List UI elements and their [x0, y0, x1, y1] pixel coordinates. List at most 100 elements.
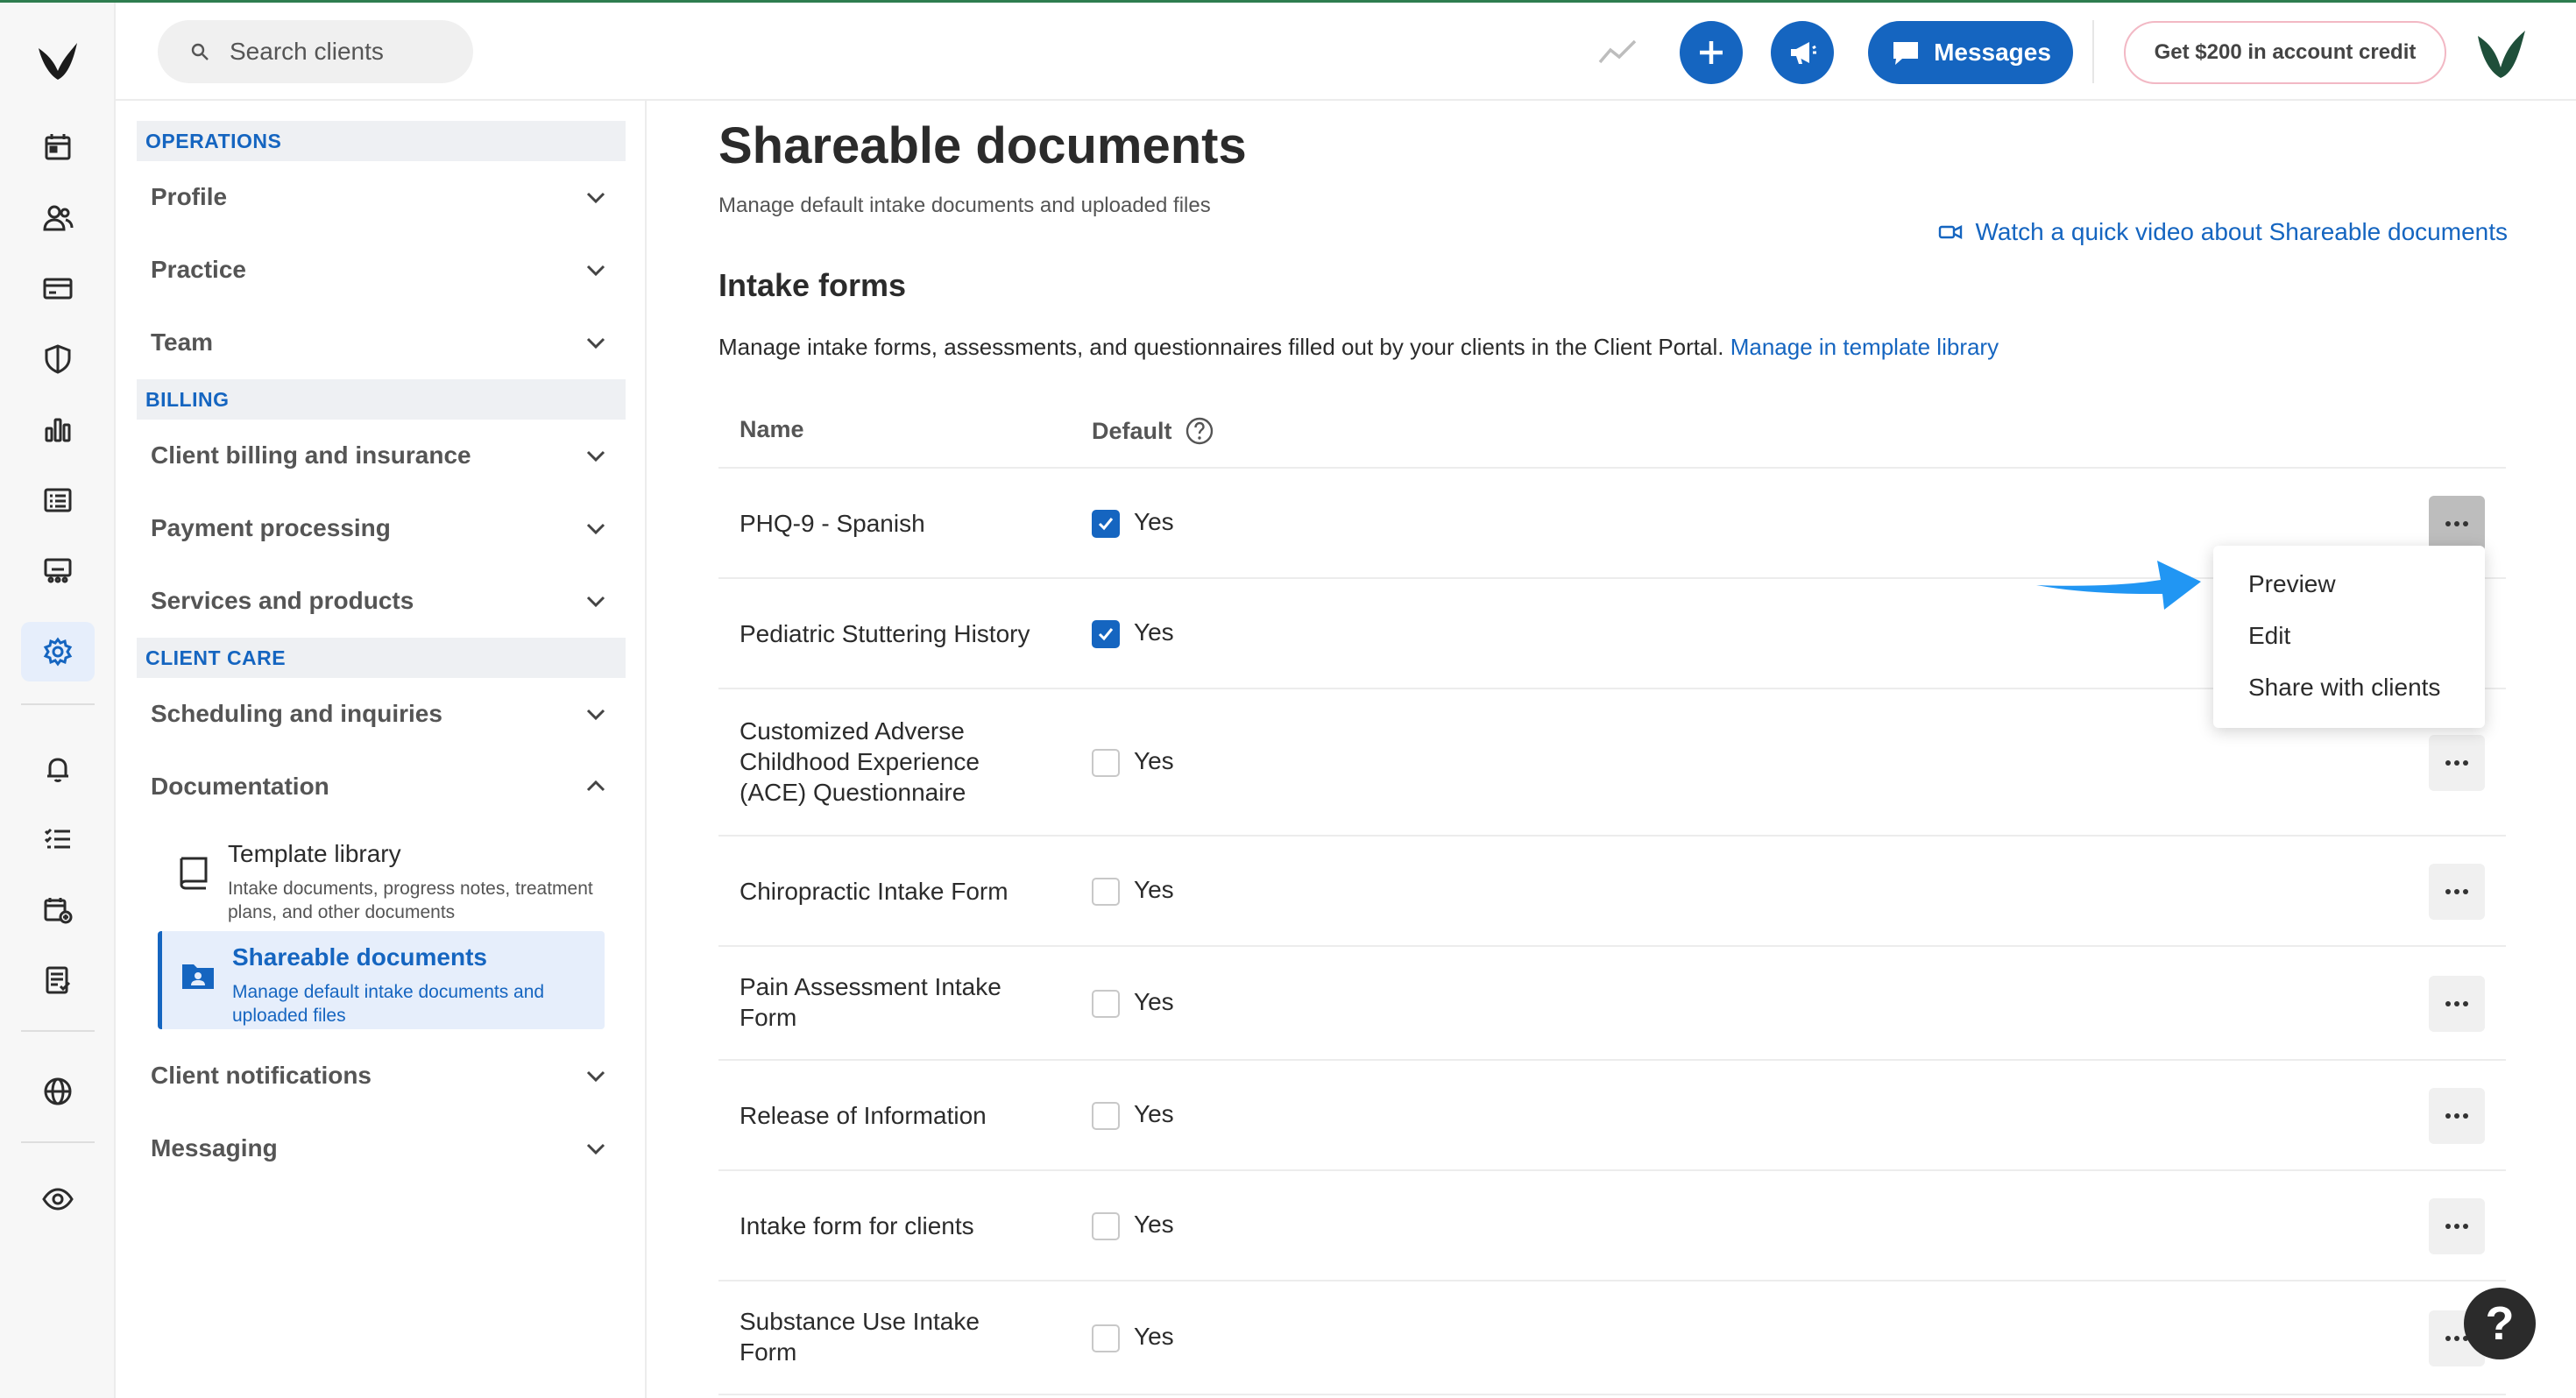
sub-item-desc: Intake documents, progress notes, treatm… — [228, 879, 593, 922]
chevron-down-icon — [586, 265, 605, 277]
checkmark-icon — [1098, 628, 1114, 641]
search-input[interactable] — [230, 38, 457, 66]
more-horizontal-icon — [2445, 1336, 2468, 1341]
notifications-bell-icon[interactable] — [21, 739, 95, 799]
row-name: Chiropractic Intake Form — [740, 878, 1008, 905]
rail-separator — [21, 703, 95, 705]
nav-item-profile[interactable]: Profile — [137, 161, 626, 233]
default-checkbox[interactable] — [1092, 1324, 1120, 1352]
calendar-icon[interactable] — [21, 117, 95, 177]
trending-chart-icon[interactable] — [1596, 36, 1638, 67]
marketplace-icon[interactable] — [21, 540, 95, 600]
sub-item-title: Template library — [228, 840, 401, 867]
search-box[interactable] — [158, 20, 473, 83]
topbar-divider — [2092, 20, 2094, 83]
main-content: Shareable documents Manage default intak… — [647, 101, 2576, 1398]
documentation-icon[interactable] — [21, 950, 95, 1010]
nav-item-payment-processing[interactable]: Payment processing — [137, 492, 626, 564]
row-name: PHQ-9 - Spanish — [740, 510, 925, 537]
default-checkbox[interactable] — [1092, 620, 1120, 648]
analytics-icon[interactable] — [21, 399, 95, 459]
section-description-text: Manage intake forms, assessments, and qu… — [718, 334, 1724, 360]
nav-item-label: Practice — [151, 256, 246, 283]
tasks-icon[interactable] — [21, 809, 95, 869]
chevron-down-icon — [586, 450, 605, 462]
brand-logo-icon[interactable] — [33, 36, 82, 85]
megaphone-icon — [1791, 42, 1816, 64]
chevron-down-icon — [586, 596, 605, 608]
nav-item-label: Payment processing — [151, 514, 391, 541]
insurance-shield-icon[interactable] — [21, 329, 95, 389]
settings-gear-icon[interactable] — [21, 622, 95, 681]
page-title: Shareable documents — [718, 117, 1247, 174]
nav-item-scheduling[interactable]: Scheduling and inquiries — [137, 678, 626, 750]
reports-icon[interactable] — [21, 470, 95, 530]
default-checkbox[interactable] — [1092, 1212, 1120, 1240]
default-label: Yes — [1134, 508, 1174, 535]
column-header-default: Default — [1092, 416, 1214, 446]
default-label: Yes — [1134, 1323, 1174, 1350]
default-checkbox[interactable] — [1092, 878, 1120, 906]
plus-icon — [1700, 41, 1723, 64]
account-credit-button[interactable]: Get $200 in account credit — [2124, 21, 2446, 84]
nav-item-services-products[interactable]: Services and products — [137, 565, 626, 637]
watch-video-link[interactable]: Watch a quick video about Shareable docu… — [1938, 218, 2508, 246]
chevron-down-icon — [586, 523, 605, 535]
messages-button[interactable]: Messages — [1868, 21, 2073, 84]
nav-item-documentation[interactable]: Documentation — [137, 751, 626, 823]
help-circle-icon[interactable] — [1185, 416, 1214, 446]
default-label: Yes — [1134, 618, 1174, 646]
sub-item-shareable-documents[interactable]: Shareable documents Manage default intak… — [158, 931, 605, 1029]
nav-item-label: Team — [151, 328, 214, 356]
manage-template-library-link[interactable]: Manage in template library — [1730, 334, 1999, 360]
globe-icon[interactable] — [21, 1062, 95, 1121]
checkmark-icon — [1098, 518, 1114, 531]
row-actions-button[interactable] — [2429, 864, 2485, 920]
page-subtitle: Manage default intake documents and uplo… — [718, 194, 1211, 217]
clients-icon[interactable] — [21, 188, 95, 248]
rail-separator — [21, 1141, 95, 1143]
nav-item-label: Documentation — [151, 773, 329, 800]
table-row: Pain Assessment Intake Form Yes — [718, 947, 2506, 1061]
annotation-arrow — [2036, 561, 2201, 610]
default-checkbox[interactable] — [1092, 749, 1120, 777]
user-avatar-icon[interactable] — [2473, 24, 2530, 81]
sub-item-template-library[interactable]: Template library Intake documents, progr… — [158, 828, 605, 926]
calendar-add-icon[interactable] — [21, 880, 95, 940]
chevron-down-icon — [586, 192, 605, 204]
chevron-down-icon — [586, 709, 605, 721]
privacy-eye-icon[interactable] — [21, 1169, 95, 1229]
menu-item-edit[interactable]: Edit — [2213, 610, 2485, 661]
section-header-billing: BILLING — [137, 379, 626, 420]
nav-item-messaging[interactable]: Messaging — [137, 1112, 626, 1184]
nav-item-label: Profile — [151, 183, 228, 210]
nav-item-client-billing[interactable]: Client billing and insurance — [137, 420, 626, 491]
add-new-button[interactable] — [1680, 21, 1743, 84]
nav-item-team[interactable]: Team — [137, 307, 626, 378]
row-actions-button[interactable] — [2429, 976, 2485, 1032]
search-icon — [191, 43, 209, 60]
row-name: Intake form for clients — [740, 1212, 974, 1239]
row-actions-button[interactable] — [2429, 735, 2485, 791]
section-header-client-care: CLIENT CARE — [137, 638, 626, 678]
default-checkbox[interactable] — [1092, 510, 1120, 538]
row-actions-button[interactable] — [2429, 496, 2485, 552]
help-button[interactable]: ? — [2464, 1288, 2536, 1359]
book-icon — [180, 857, 208, 890]
announcements-button[interactable] — [1771, 21, 1834, 84]
menu-item-share-with-clients[interactable]: Share with clients — [2213, 661, 2485, 713]
default-checkbox[interactable] — [1092, 990, 1120, 1018]
nav-item-client-notifications[interactable]: Client notifications — [137, 1040, 626, 1112]
default-checkbox[interactable] — [1092, 1102, 1120, 1130]
row-actions-button[interactable] — [2429, 1088, 2485, 1144]
row-actions-button[interactable] — [2429, 1198, 2485, 1254]
message-bubble-icon — [1893, 42, 1919, 65]
billing-icon[interactable] — [21, 258, 95, 318]
row-actions-menu: Preview Edit Share with clients — [2213, 546, 2485, 728]
more-horizontal-icon — [2445, 760, 2468, 766]
menu-item-preview[interactable]: Preview — [2213, 558, 2485, 610]
nav-item-practice[interactable]: Practice — [137, 234, 626, 306]
table-row: Chiropractic Intake Form Yes — [718, 837, 2506, 947]
more-horizontal-icon — [2445, 521, 2468, 526]
default-label: Yes — [1134, 747, 1174, 774]
